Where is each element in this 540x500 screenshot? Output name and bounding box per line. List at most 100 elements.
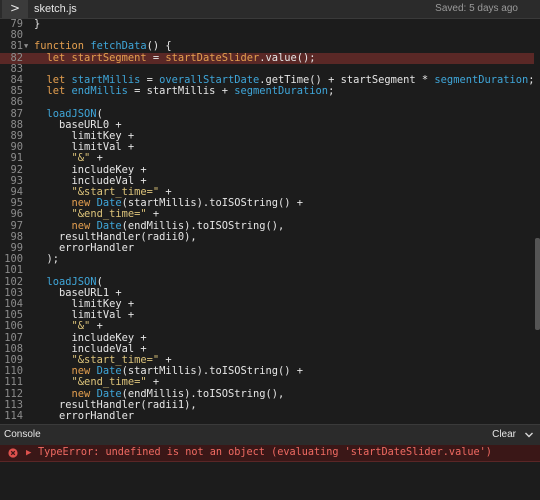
- code-token: = startMillis +: [127, 85, 235, 98]
- code-token: loadJSON: [46, 107, 97, 120]
- code-line[interactable]: 82 let startSegment = startDateSlider.va…: [0, 51, 540, 64]
- code-token: includeVal +: [34, 174, 147, 187]
- editor-scrollbar-track[interactable]: [534, 19, 540, 422]
- line-number: 111: [4, 376, 23, 389]
- code-token: limitKey +: [34, 130, 135, 142]
- code-line[interactable]: 114 errorHandler: [0, 410, 540, 422]
- code-text: }: [34, 19, 40, 30]
- chevron-down-icon[interactable]: [524, 430, 534, 440]
- code-token: +: [159, 354, 172, 366]
- code-token: .getTime() + startSegment *: [259, 74, 435, 86]
- console-output: ▶ TypeError: undefined is not an object …: [0, 445, 540, 500]
- sidebar-toggle-button[interactable]: >: [2, 0, 28, 18]
- code-token: baseURL0 +: [34, 118, 122, 131]
- code-token: errorHandler: [34, 410, 135, 422]
- code-token: ;: [328, 85, 335, 98]
- code-token: "&": [71, 320, 91, 333]
- code-token: +: [146, 376, 160, 389]
- code-token: includeKey +: [34, 331, 147, 344]
- line-number: 114: [4, 410, 23, 422]
- code-text: let startSegment = startDateSlider.value…: [34, 51, 316, 64]
- code-text: let endMillis = startMillis + segmentDur…: [34, 85, 335, 98]
- code-token: endMillis: [71, 85, 128, 98]
- code-token: (: [96, 275, 103, 288]
- code-token: startMillis: [71, 74, 141, 86]
- code-text: errorHandler: [34, 410, 135, 422]
- line-number: 106: [4, 320, 23, 333]
- console-header: Console Clear: [0, 424, 540, 446]
- code-token: .value();: [259, 51, 316, 64]
- line-number: 101: [4, 264, 23, 277]
- code-token: limitVal +: [34, 141, 135, 154]
- console-title: Console: [4, 429, 41, 440]
- saved-status: Saved: 5 days ago: [435, 3, 518, 14]
- code-token: includeVal +: [34, 342, 147, 355]
- code-line[interactable]: 79}: [0, 19, 540, 30]
- code-line[interactable]: 85 let endMillis = startMillis + segment…: [0, 85, 540, 98]
- code-token: "&start_time=": [71, 354, 160, 366]
- code-token: fetchData: [90, 40, 147, 53]
- code-token: new: [71, 365, 97, 378]
- line-number: 96: [10, 208, 23, 221]
- code-token: let: [46, 51, 72, 64]
- code-token: "&": [71, 152, 91, 165]
- code-token: segmentDuration: [234, 85, 329, 98]
- console-error-row[interactable]: ▶ TypeError: undefined is not an object …: [0, 445, 540, 462]
- code-token: +: [90, 152, 103, 165]
- code-token: Date: [96, 387, 122, 400]
- code-token: let: [46, 85, 72, 98]
- code-token: errorHandler: [34, 242, 135, 254]
- expand-triangle-icon[interactable]: ▶: [26, 447, 31, 459]
- code-token: Date: [96, 219, 122, 232]
- code-token: (startMillis).toISOString() +: [121, 365, 304, 378]
- code-token: );: [34, 253, 60, 266]
- code-token: new: [71, 197, 97, 210]
- code-token: =: [140, 74, 160, 86]
- code-token: }: [34, 19, 41, 30]
- code-token: segmentDuration: [434, 74, 529, 86]
- code-token: +: [146, 208, 160, 221]
- code-token: function: [34, 40, 91, 53]
- top-bar: > sketch.js Saved: 5 days ago: [0, 0, 540, 19]
- code-token: new: [71, 219, 97, 232]
- code-token: +: [90, 320, 103, 333]
- editor-scrollbar-thumb[interactable]: [535, 238, 540, 330]
- error-icon: [8, 448, 18, 458]
- code-line[interactable]: 100 );: [0, 253, 540, 266]
- code-token: "&end_time=": [71, 208, 147, 221]
- clear-console-button[interactable]: Clear: [492, 425, 516, 445]
- code-token: startSegment: [71, 51, 147, 64]
- code-token: Date: [96, 365, 122, 378]
- code-token: (: [96, 107, 103, 120]
- code-token: new: [71, 387, 97, 400]
- line-number: 91: [10, 152, 23, 165]
- code-token: (endMillis).toISOString(),: [121, 387, 285, 400]
- code-token: let: [46, 74, 72, 86]
- code-token: resultHandler(radii1),: [34, 398, 197, 411]
- code-token: (endMillis).toISOString(),: [121, 219, 285, 232]
- fold-arrow-icon[interactable]: ▼: [24, 41, 32, 52]
- code-token: baseURL1 +: [34, 286, 122, 299]
- code-token: limitVal +: [34, 309, 135, 322]
- code-line[interactable]: 99 errorHandler: [0, 242, 540, 254]
- file-name-tab[interactable]: sketch.js: [34, 0, 77, 18]
- error-message: TypeError: undefined is not an object (e…: [38, 447, 492, 458]
- code-token: "&end_time=": [71, 376, 147, 389]
- line-number: 86: [10, 96, 23, 109]
- code-token: limitKey +: [34, 298, 135, 310]
- code-editor[interactable]: 79} 80 81 ▼ function fetchData() {82 let sta…: [0, 19, 540, 422]
- code-token: resultHandler(radii0),: [34, 230, 197, 243]
- code-token: loadJSON: [46, 275, 97, 288]
